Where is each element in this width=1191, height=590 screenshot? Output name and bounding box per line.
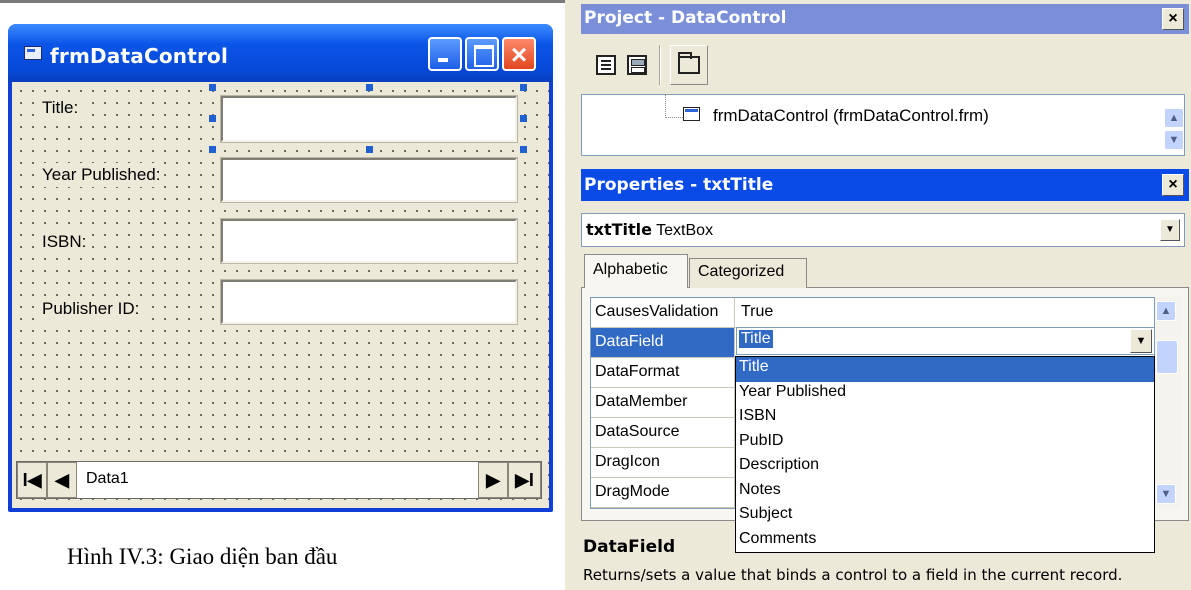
datafield-value-editor[interactable] [736,327,1155,355]
form-file-icon [683,107,700,121]
object-type: TextBox [656,222,714,239]
resize-handle[interactable] [520,84,527,91]
object-name: txtTitle [586,220,652,239]
txt-publisher-textbox[interactable] [220,279,518,325]
resize-handle[interactable] [366,146,373,153]
datafield-value: Title [739,330,773,348]
label-year-published: Year Published: [38,163,165,187]
scroll-up-icon[interactable]: ▲ [1164,108,1184,128]
label-title: Title: [38,96,83,120]
chevron-down-icon[interactable]: ▼ [1160,219,1180,241]
datafield-dropdown-list[interactable]: Title Year Published ISBN PubID Descript… [735,356,1155,553]
tab-alphabetic[interactable]: Alphabetic [584,254,688,288]
tree-item-form[interactable]: frmDataControl (frmDataControl.frm) [713,106,989,126]
property-row[interactable]: CausesValidation True [591,298,1154,328]
property-value[interactable]: True [737,298,777,327]
label-publisher-id: Publisher ID: [38,297,144,321]
move-previous-button[interactable]: ◀ [47,462,77,498]
close-button[interactable]: × [502,37,536,71]
object-selector-value: txtTitle TextBox [586,220,713,240]
close-icon: × [510,39,528,70]
property-grid-scrollbar[interactable] [1155,297,1181,509]
dropdown-option[interactable]: Comments [736,529,1154,554]
label-isbn: ISBN: [38,230,91,254]
form-title: frmDataControl [50,44,229,68]
property-name: DataFormat [591,358,735,387]
description-title: DataField [583,537,676,557]
data-control-caption: Data1 [86,470,129,487]
txt-isbn-textbox[interactable] [220,218,518,264]
property-name: DataSource [591,418,735,447]
txt-year-textbox[interactable] [220,157,518,203]
view-object-icon[interactable] [627,55,647,75]
dropdown-option[interactable]: ISBN [736,406,1154,431]
dropdown-option-selected[interactable]: Title [736,357,1154,382]
dropdown-option[interactable]: Description [736,455,1154,480]
form-icon [24,46,42,60]
txt-title-textbox[interactable] [220,95,518,143]
property-name: DataMember [591,388,735,417]
property-name: DragMode [591,478,735,507]
resize-handle[interactable] [520,115,527,122]
description-text: Returns/sets a value that binds a contro… [583,566,1123,584]
tab-categorized[interactable]: Categorized [689,258,807,288]
resize-handle[interactable] [366,84,373,91]
move-last-button[interactable]: ▶I [508,462,541,498]
folder-icon [678,52,700,74]
project-title: Project - DataControl [584,8,787,28]
resize-handle[interactable] [209,115,216,122]
tree-connector [665,117,683,118]
property-name: CausesValidation [591,298,735,327]
scrollbar-thumb[interactable] [1156,340,1178,374]
scroll-up-icon[interactable]: ▲ [1156,301,1176,321]
resize-handle[interactable] [209,146,216,153]
resize-handle[interactable] [209,84,216,91]
top-divider [0,0,565,3]
move-next-button[interactable]: ▶ [478,462,508,498]
properties-title: Properties - txtTitle [584,175,774,195]
property-name: DataField [591,328,735,357]
property-name: DragIcon [591,448,735,477]
tree-connector [665,94,666,118]
dropdown-option[interactable]: Subject [736,504,1154,529]
dropdown-option[interactable]: Year Published [736,382,1154,407]
scroll-down-icon[interactable]: ▼ [1156,484,1176,504]
dropdown-option[interactable]: Notes [736,480,1154,505]
chevron-down-icon[interactable]: ▼ [1130,329,1152,353]
project-close-button[interactable]: × [1162,8,1184,30]
resize-handle[interactable] [520,146,527,153]
move-first-button[interactable]: I◀ [17,462,47,498]
toolbar-separator [659,45,661,85]
minimize-button[interactable] [428,37,462,71]
figure-caption: Hình IV.3: Giao diện ban đầu [67,544,338,569]
dropdown-option[interactable]: PubID [736,431,1154,456]
view-code-icon[interactable] [596,55,616,75]
scroll-down-icon[interactable]: ▼ [1164,130,1184,150]
maximize-button[interactable] [465,37,499,71]
properties-close-button[interactable]: × [1162,174,1184,196]
